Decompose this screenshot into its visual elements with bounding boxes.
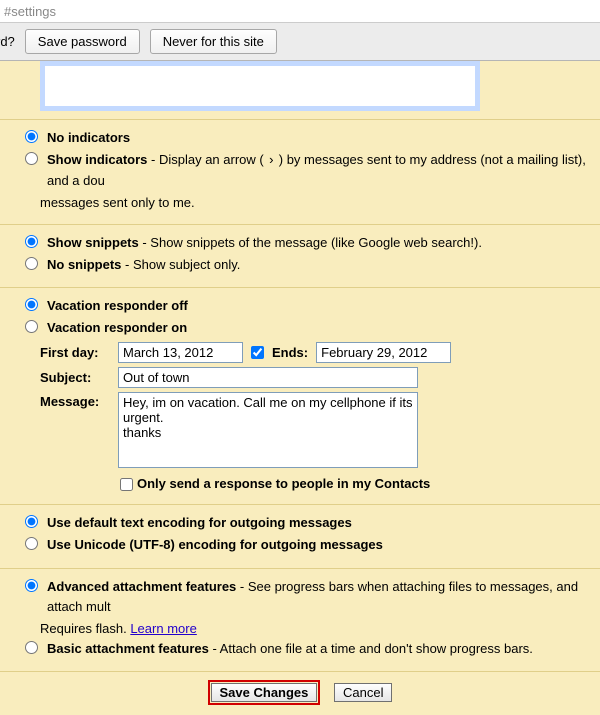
contacts-only-checkbox[interactable]: [120, 478, 133, 491]
show-indicators-line2: messages sent only to me.: [40, 193, 590, 213]
radio-no-indicators[interactable]: [25, 130, 38, 143]
message-label: Message:: [40, 392, 110, 412]
save-changes-button[interactable]: Save Changes: [211, 683, 318, 702]
show-indicators-text: Show indicators - Display an arrow ( › )…: [47, 150, 590, 191]
footer: Save Changes Cancel: [0, 671, 600, 715]
radio-encoding-default[interactable]: [25, 515, 38, 528]
radio-attach-basic[interactable]: [25, 641, 38, 654]
show-snippets-label: Show snippets: [47, 235, 139, 250]
password-prompt-text: rd?: [0, 34, 15, 49]
page-root: #settings rd? Save password Never for th…: [0, 0, 600, 715]
radio-encoding-unicode[interactable]: [25, 537, 38, 550]
show-indicators-label: Show indicators: [47, 152, 147, 167]
radio-attach-advanced[interactable]: [25, 579, 38, 592]
subject-input[interactable]: [118, 367, 418, 388]
subject-label: Subject:: [40, 368, 110, 388]
signature-textarea[interactable]: [40, 61, 480, 111]
encoding-unicode-label: Use Unicode (UTF-8) encoding for outgoin…: [47, 535, 383, 555]
attach-advanced-label: Advanced attachment features: [47, 579, 236, 594]
arrow-icon: ›: [267, 153, 275, 168]
message-textarea[interactable]: Hey, im on vacation. Call me on my cellp…: [118, 392, 418, 468]
cancel-button[interactable]: Cancel: [334, 683, 392, 702]
section-encoding: Use default text encoding for outgoing m…: [0, 504, 600, 567]
contacts-only-label: Only send a response to people in my Con…: [137, 474, 430, 494]
learn-more-link[interactable]: Learn more: [130, 621, 196, 636]
url-fragment: #settings: [4, 4, 56, 19]
attach-basic-label: Basic attachment features: [47, 641, 209, 656]
section-attachments: Advanced attachment features - See progr…: [0, 568, 600, 672]
vacation-off-label: Vacation responder off: [47, 296, 188, 316]
save-highlight: Save Changes: [208, 680, 321, 705]
settings-body: No indicators Show indicators - Display …: [0, 61, 600, 715]
section-indicators: No indicators Show indicators - Display …: [0, 119, 600, 224]
first-day-label: First day:: [40, 343, 110, 363]
no-indicators-label: No indicators: [47, 128, 130, 148]
save-password-button[interactable]: Save password: [25, 29, 140, 54]
ends-checkbox[interactable]: [251, 346, 264, 359]
section-vacation: Vacation responder off Vacation responde…: [0, 287, 600, 504]
first-day-input[interactable]: [118, 342, 243, 363]
ends-label: Ends:: [272, 343, 308, 363]
encoding-default-label: Use default text encoding for outgoing m…: [47, 513, 352, 533]
no-snippets-label: No snippets: [47, 257, 121, 272]
radio-show-indicators[interactable]: [25, 152, 38, 165]
password-prompt-bar: rd? Save password Never for this site: [0, 23, 600, 61]
url-bar[interactable]: #settings: [0, 0, 600, 23]
radio-no-snippets[interactable]: [25, 257, 38, 270]
radio-show-snippets[interactable]: [25, 235, 38, 248]
vacation-on-label: Vacation responder on: [47, 318, 187, 338]
section-snippets: Show snippets - Show snippets of the mes…: [0, 224, 600, 287]
radio-vacation-off[interactable]: [25, 298, 38, 311]
never-for-site-button[interactable]: Never for this site: [150, 29, 277, 54]
radio-vacation-on[interactable]: [25, 320, 38, 333]
ends-input[interactable]: [316, 342, 451, 363]
